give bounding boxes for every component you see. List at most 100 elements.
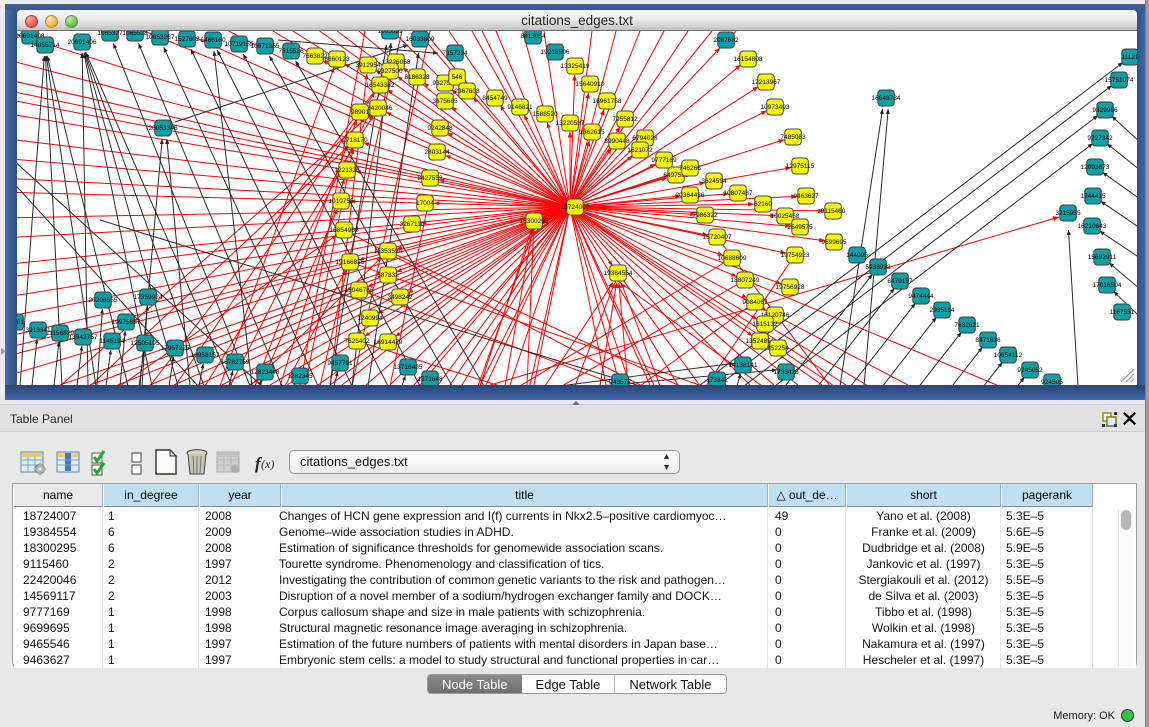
svg-text:18807249: 18807249 xyxy=(731,277,760,284)
svg-text:2549575: 2549575 xyxy=(787,224,813,231)
svg-text:17957275: 17957275 xyxy=(161,345,190,352)
svg-text:7357224: 7357224 xyxy=(442,50,468,57)
svg-text:16782759: 16782759 xyxy=(221,359,250,366)
svg-text:20206555: 20206555 xyxy=(89,297,118,304)
svg-text:3675685: 3675685 xyxy=(432,98,458,105)
svg-text:16033809: 16033809 xyxy=(406,36,435,43)
svg-text:18300295: 18300295 xyxy=(520,218,549,225)
svg-text:19754923: 19754923 xyxy=(781,252,810,259)
svg-text:20053346: 20053346 xyxy=(149,125,178,132)
svg-text:1240994: 1240994 xyxy=(357,315,383,322)
svg-text:10654112: 10654112 xyxy=(994,352,1023,359)
svg-text:12093873: 12093873 xyxy=(1081,164,1110,171)
svg-text:1615132: 1615132 xyxy=(752,321,778,328)
svg-text:9227342: 9227342 xyxy=(1087,135,1113,142)
svg-text:15720407: 15720407 xyxy=(703,234,732,241)
svg-text:9699695: 9699695 xyxy=(821,239,847,246)
svg-text:16854962: 16854962 xyxy=(330,227,359,234)
svg-text:16154808: 16154808 xyxy=(734,56,763,63)
svg-text:15692911: 15692911 xyxy=(1088,254,1117,261)
svg-text:9084067: 9084067 xyxy=(742,299,768,306)
svg-text:2718170: 2718170 xyxy=(342,137,368,144)
svg-text:10671355: 10671355 xyxy=(251,43,280,50)
svg-text:15046766: 15046766 xyxy=(345,287,374,294)
svg-text:14055714: 14055714 xyxy=(31,42,60,49)
svg-text:19756928: 19756928 xyxy=(776,284,805,291)
svg-text:746266: 746266 xyxy=(679,165,701,172)
svg-text:2087682: 2087682 xyxy=(713,37,739,44)
svg-text:1733426: 1733426 xyxy=(773,369,799,376)
svg-text:1603381: 1603381 xyxy=(377,31,403,35)
svg-text:16914479: 16914479 xyxy=(374,339,403,346)
svg-text:1527602: 1527602 xyxy=(174,36,200,43)
svg-text:2935114: 2935114 xyxy=(930,307,955,314)
svg-text:1282345: 1282345 xyxy=(287,373,313,380)
svg-text:5938923: 5938923 xyxy=(865,264,891,271)
svg-text:8990448: 8990448 xyxy=(604,138,630,145)
svg-text:2367608: 2367608 xyxy=(454,88,480,95)
svg-text:20691406: 20691406 xyxy=(68,39,97,46)
svg-text:19975887: 19975887 xyxy=(112,319,141,326)
svg-text:13220537: 13220537 xyxy=(556,120,585,127)
svg-text:16648784: 16648784 xyxy=(872,95,901,102)
svg-text:10973493: 10973493 xyxy=(761,104,790,111)
svg-text:9777169: 9777169 xyxy=(651,157,677,164)
svg-text:9146821: 9146821 xyxy=(507,104,533,111)
svg-text:7632621: 7632621 xyxy=(954,322,980,329)
svg-text:15751074: 15751074 xyxy=(1105,77,1134,84)
svg-text:17359924: 17359924 xyxy=(134,294,163,301)
svg-text:1588520: 1588520 xyxy=(532,111,558,118)
svg-text:12213967: 12213967 xyxy=(752,79,781,86)
svg-text:1621072: 1621072 xyxy=(627,147,653,154)
svg-text:17016504: 17016504 xyxy=(1093,282,1122,289)
svg-text:1145194: 1145194 xyxy=(100,338,125,345)
svg-text:20364436: 20364436 xyxy=(676,192,705,199)
svg-text:173342: 173342 xyxy=(706,377,728,384)
svg-text:9242848: 9242848 xyxy=(427,125,453,132)
svg-text:1221336: 1221336 xyxy=(334,167,360,174)
svg-text:8471636: 8471636 xyxy=(975,337,1001,344)
svg-text:8427552: 8427552 xyxy=(417,175,443,182)
svg-text:19218506: 19218506 xyxy=(541,49,570,56)
svg-text:12975115: 12975115 xyxy=(786,163,815,170)
svg-text:8660123: 8660123 xyxy=(324,56,350,63)
svg-text:3215955: 3215955 xyxy=(1055,210,1081,217)
svg-text:144095: 144095 xyxy=(846,252,868,259)
svg-text:10688609: 10688609 xyxy=(718,255,747,262)
svg-text:9245052: 9245052 xyxy=(1017,367,1043,374)
svg-text:9327500: 9327500 xyxy=(377,68,403,75)
svg-text:16543382: 16543382 xyxy=(366,82,395,89)
svg-text:7955812: 7955812 xyxy=(612,116,638,123)
svg-text:8186328: 8186328 xyxy=(404,74,430,81)
svg-text:1362615: 1362615 xyxy=(579,129,605,136)
svg-text:(x): (x) xyxy=(261,457,274,471)
svg-text:6794028: 6794028 xyxy=(632,135,658,142)
svg-text:943577: 943577 xyxy=(609,379,631,385)
svg-text:2803144: 2803144 xyxy=(424,149,450,156)
svg-text:252254: 252254 xyxy=(767,345,789,352)
svg-text:14138141: 14138141 xyxy=(729,362,758,369)
svg-text:9115460: 9115460 xyxy=(821,208,846,215)
svg-text:6466160: 6466160 xyxy=(200,37,226,44)
svg-text:9457791: 9457791 xyxy=(327,360,353,367)
svg-text:8454749: 8454749 xyxy=(482,95,508,102)
svg-text:10958157: 10958157 xyxy=(191,352,220,359)
svg-text:1065327: 1065327 xyxy=(97,31,123,37)
svg-text:62160: 62160 xyxy=(754,201,772,208)
svg-text:13716485: 13716485 xyxy=(394,364,423,371)
svg-text:1167531: 1167531 xyxy=(1110,309,1135,316)
svg-text:15640910: 15640910 xyxy=(576,81,605,88)
svg-text:98901: 98901 xyxy=(351,109,369,116)
svg-text:12505195: 12505195 xyxy=(131,340,160,347)
svg-text:11121: 11121 xyxy=(1121,54,1137,61)
svg-text:95001: 95001 xyxy=(17,319,24,326)
svg-text:10653267: 10653267 xyxy=(146,34,175,41)
svg-text:587832: 587832 xyxy=(377,272,399,279)
svg-text:16210643: 16210643 xyxy=(1078,223,1107,230)
svg-text:19166825: 19166825 xyxy=(336,259,365,266)
svg-text:16961758: 16961758 xyxy=(593,98,622,105)
svg-text:1065528: 1065528 xyxy=(122,31,148,37)
svg-text:11353594: 11353594 xyxy=(374,248,403,255)
svg-text:924505: 924505 xyxy=(1041,379,1063,385)
svg-text:19384554: 19384554 xyxy=(604,270,633,277)
